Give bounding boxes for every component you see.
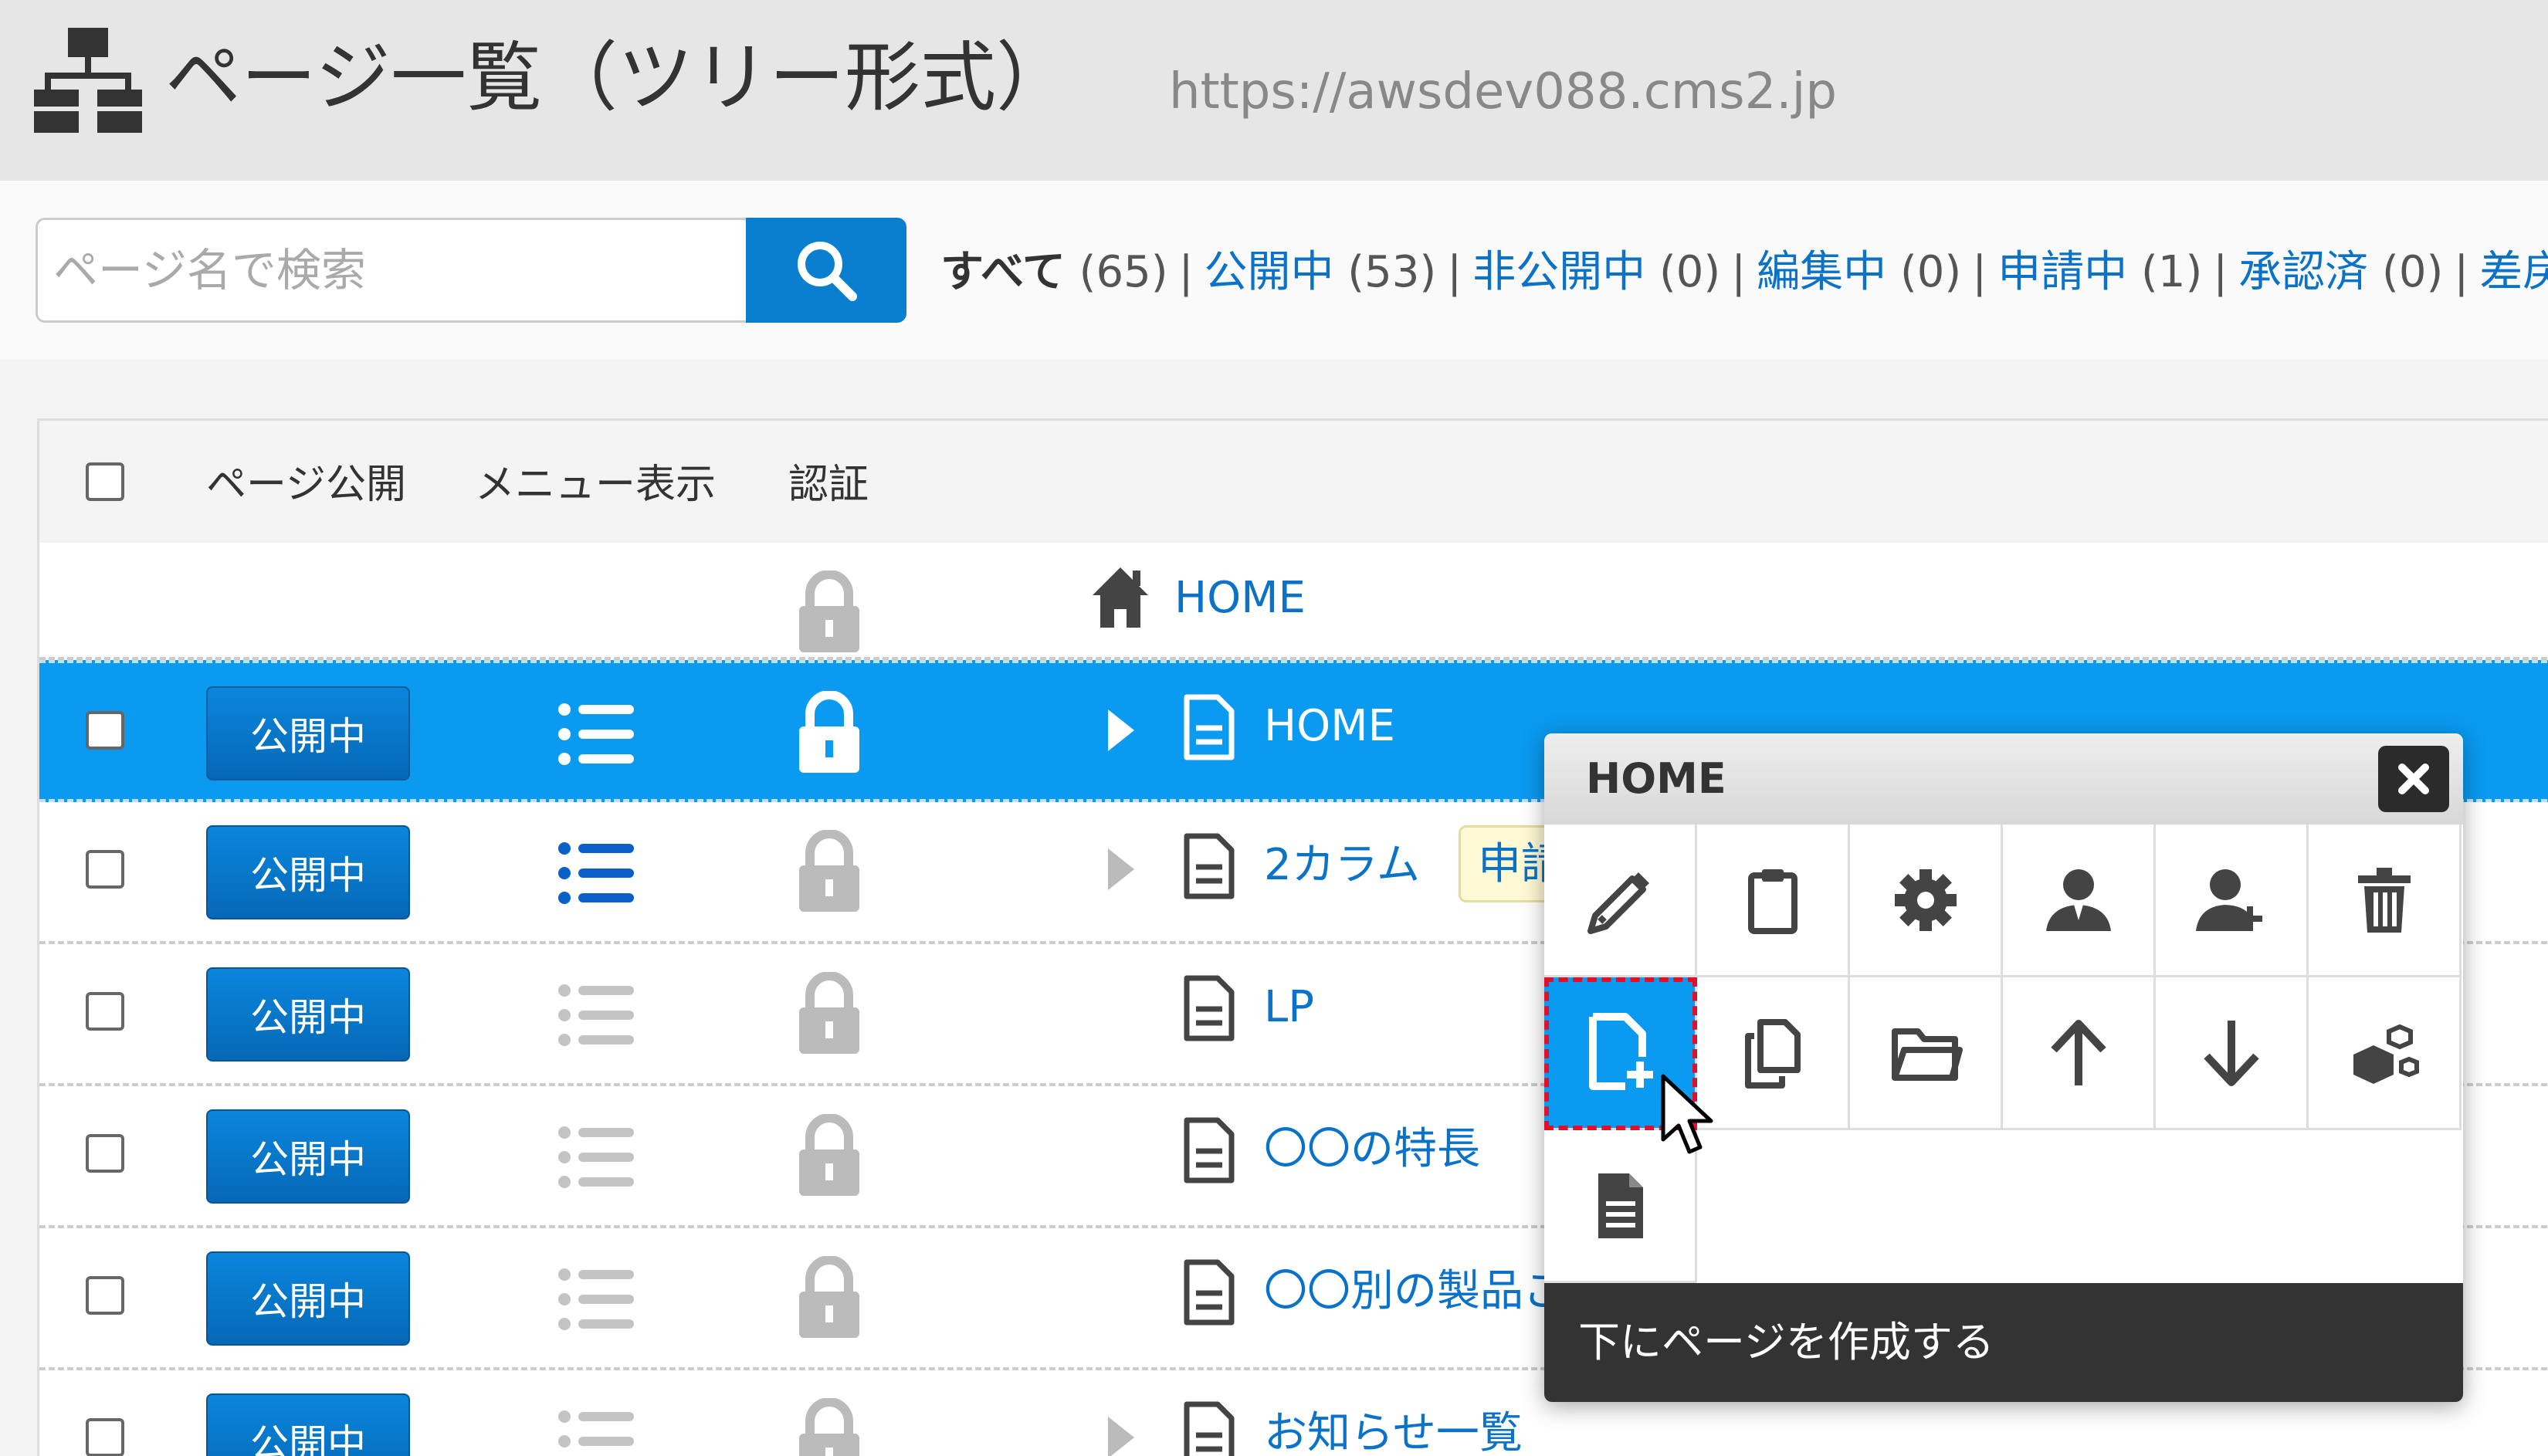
lock-icon[interactable] xyxy=(796,972,862,1055)
row-checkbox[interactable] xyxy=(86,850,124,889)
publish-status-button[interactable]: 公開中 xyxy=(206,686,410,780)
filter-rejected[interactable]: 差戻 xyxy=(2479,247,2548,297)
document-icon xyxy=(1184,833,1235,899)
document-icon xyxy=(1184,1117,1235,1183)
filter-approved[interactable]: 承認済 (0) xyxy=(2238,247,2443,297)
site-url: https://awsdev088.cms2.jp xyxy=(1169,63,1838,120)
pencil-icon xyxy=(1587,872,1649,934)
gear-icon xyxy=(1894,869,1957,931)
page-link-root[interactable]: HOME xyxy=(1174,567,1306,629)
column-header-auth: 認証 xyxy=(788,462,869,508)
cubes-icon xyxy=(2353,1024,2419,1084)
page-add-icon xyxy=(1588,1012,1653,1090)
menu-list-icon[interactable] xyxy=(558,983,635,1048)
document-icon xyxy=(1184,694,1235,760)
lock-icon[interactable] xyxy=(796,571,862,654)
trash-icon xyxy=(2357,867,2411,933)
popup-title: HOME xyxy=(1586,754,1726,803)
menu-list-icon[interactable] xyxy=(558,1409,635,1456)
page-link[interactable]: 〇〇別の製品ご xyxy=(1264,1261,1567,1322)
publish-status-button[interactable]: 公開中 xyxy=(206,1109,410,1204)
publish-status-button[interactable]: 公開中 xyxy=(206,967,410,1062)
folder-icon xyxy=(1891,1028,1963,1081)
menu-list-icon[interactable] xyxy=(558,702,635,767)
menu-list-icon[interactable] xyxy=(558,1267,635,1332)
search-bar: すべて (65)|公開中 (53)|非公開中 (0)|編集中 (0)|申請中 (… xyxy=(0,181,2548,360)
filter-unpublished[interactable]: 非公開中 (0) xyxy=(1472,247,1720,297)
table-row-root: HOME xyxy=(39,543,2548,660)
row-checkbox[interactable] xyxy=(86,1134,124,1173)
sitemap-icon xyxy=(34,28,142,133)
page-action-popup: HOME 下にページを作成する xyxy=(1544,733,2463,1402)
filter-editing[interactable]: 編集中 (0) xyxy=(1757,247,1961,297)
filter-published[interactable]: 公開中 (53) xyxy=(1204,247,1436,297)
menu-list-icon[interactable] xyxy=(558,841,635,906)
table-header: ページ公開 メニュー表示 認証 xyxy=(39,421,2548,543)
filter-requested[interactable]: 申請中 (1) xyxy=(1997,247,2202,297)
lock-icon[interactable] xyxy=(796,1256,862,1339)
column-header-publish: ページ公開 xyxy=(206,462,406,508)
title-bar: ページ一覧（ツリー形式） https://awsdev088.cms2.jp xyxy=(0,0,2548,181)
parts-button[interactable] xyxy=(2309,977,2462,1130)
expand-arrow-icon[interactable] xyxy=(1105,847,1136,892)
clipboard-icon xyxy=(1747,869,1797,934)
document-icon xyxy=(1598,1173,1643,1238)
arrow-down-icon xyxy=(2203,1020,2259,1086)
document-icon xyxy=(1184,1259,1235,1326)
document-icon xyxy=(1184,975,1235,1041)
popup-header: HOME xyxy=(1544,733,2463,825)
edit-button[interactable] xyxy=(1544,825,1697,977)
row-checkbox[interactable] xyxy=(86,1418,124,1456)
delete-button[interactable] xyxy=(2309,825,2462,977)
expand-arrow-icon[interactable] xyxy=(1105,1415,1136,1456)
menu-list-icon[interactable] xyxy=(558,1125,635,1190)
lock-icon[interactable] xyxy=(796,830,862,913)
row-checkbox[interactable] xyxy=(86,992,124,1031)
status-filters: すべて (65) | 公開中 (53) | 非公開中 (0) | 編集中 (0) | 申請中 (… xyxy=(940,238,2548,307)
close-button[interactable] xyxy=(2378,746,2449,812)
select-all-checkbox[interactable] xyxy=(86,462,124,501)
publish-status-button[interactable]: 公開中 xyxy=(206,1393,410,1456)
filter-all[interactable]: すべて (65) xyxy=(940,247,1168,297)
clipboard-button[interactable] xyxy=(1697,825,1850,977)
home-icon xyxy=(1093,567,1148,628)
page-link[interactable]: 2カラム xyxy=(1264,835,1420,896)
row-checkbox[interactable] xyxy=(86,711,124,750)
row-checkbox[interactable] xyxy=(86,1276,124,1315)
user-add-icon xyxy=(2195,869,2262,931)
page-link[interactable]: お知らせ一覧 xyxy=(1264,1403,1523,1456)
expand-arrow-icon[interactable] xyxy=(1105,708,1136,753)
add-user-button[interactable] xyxy=(2156,825,2309,977)
publish-status-button[interactable]: 公開中 xyxy=(206,825,410,919)
page-link[interactable]: LP xyxy=(1264,977,1314,1038)
column-header-menu: メニュー表示 xyxy=(475,462,717,508)
mouse-cursor-icon xyxy=(1661,1074,1713,1154)
move-down-button[interactable] xyxy=(2156,977,2309,1130)
copy-icon xyxy=(1744,1018,1801,1089)
search-input[interactable] xyxy=(36,218,749,323)
search-icon xyxy=(798,242,857,301)
lock-icon[interactable] xyxy=(796,1398,862,1456)
page-title: ページ一覧（ツリー形式） xyxy=(165,34,1072,122)
move-up-button[interactable] xyxy=(2003,977,2156,1130)
page-link[interactable]: 〇〇の特長 xyxy=(1264,1119,1480,1180)
lock-icon[interactable] xyxy=(796,691,862,774)
page-link[interactable]: HOME xyxy=(1264,696,1395,757)
settings-button[interactable] xyxy=(1850,825,2003,977)
user-button[interactable] xyxy=(2003,825,2156,977)
arrow-up-icon xyxy=(2050,1019,2106,1085)
user-icon xyxy=(2045,869,2111,931)
document-icon xyxy=(1184,1401,1235,1456)
lock-icon[interactable] xyxy=(796,1114,862,1197)
action-tooltip: 下にページを作成する xyxy=(1544,1283,2463,1402)
publish-status-button[interactable]: 公開中 xyxy=(206,1251,410,1346)
close-icon xyxy=(2398,764,2429,794)
move-folder-button[interactable] xyxy=(1850,977,2003,1130)
search-button[interactable] xyxy=(746,218,906,323)
